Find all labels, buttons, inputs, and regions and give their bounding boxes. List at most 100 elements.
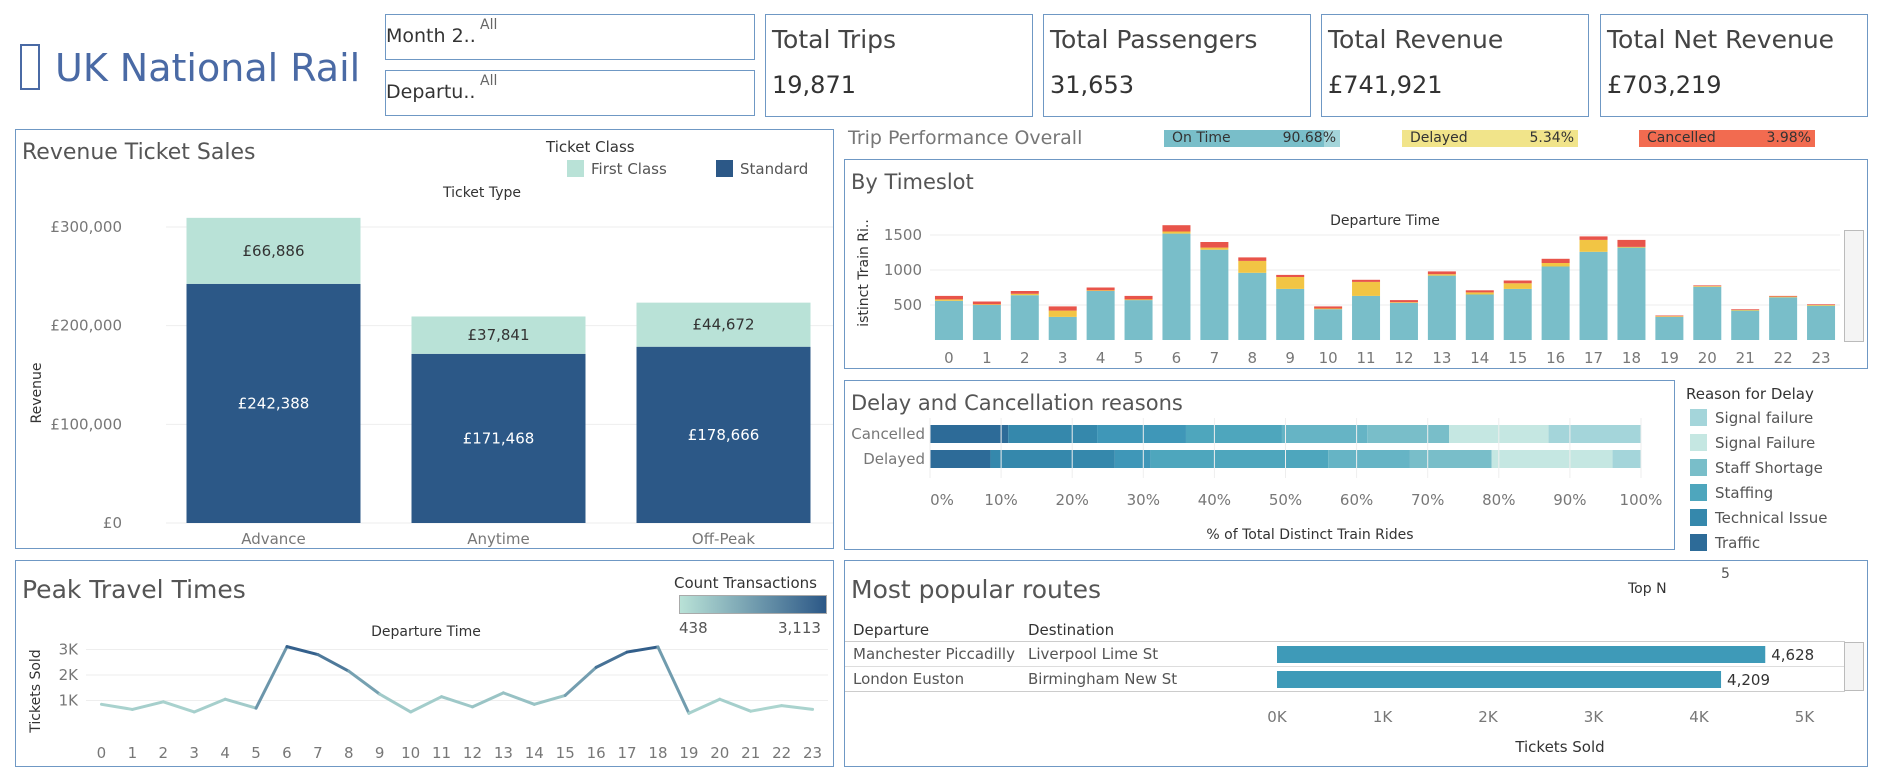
filter-month-value: All — [480, 17, 498, 33]
filter-month[interactable]: Month 2.. All — [385, 14, 755, 60]
y-tick-label: £100,000 — [50, 415, 122, 433]
bar-cancelled — [1162, 225, 1191, 232]
delay-bar-segment — [1367, 425, 1450, 443]
bar-delayed — [972, 304, 1001, 305]
x-tick-label: 19 — [679, 744, 698, 762]
bar-cancelled — [1010, 291, 1039, 294]
bar-on-time — [1276, 288, 1305, 340]
data-label: 4,209 — [1727, 671, 1770, 689]
routes-chart: 4,6284,209 0K 1K 2K 3K 4K 5K Tickets Sold — [1267, 646, 1815, 756]
y-tick-label: Cancelled — [851, 425, 925, 443]
timeslot-ylabel: istinct Train Ri.. — [856, 219, 872, 327]
x-tick-label: 10 — [1319, 349, 1338, 367]
bar-on-time — [1010, 295, 1039, 340]
kpi-total-trips: Total Trips 19,871 — [765, 14, 1033, 117]
bar-delayed — [1238, 260, 1267, 273]
x-tick-label: 12 — [1394, 349, 1413, 367]
bar-on-time — [1731, 310, 1760, 340]
x-tick-label: 40% — [1198, 491, 1231, 509]
y-tick-label: £300,000 — [50, 218, 122, 236]
line-segment — [749, 704, 784, 713]
line-segment — [501, 691, 536, 706]
delay-bar-segment — [1612, 450, 1641, 468]
legend-swatch — [1690, 534, 1707, 551]
bar-delayed — [1541, 263, 1570, 267]
line-segment — [192, 697, 227, 714]
peak-ylabel: Tickets Sold — [28, 649, 44, 733]
x-tick-label: 19 — [1660, 349, 1679, 367]
x-tick-label: 1 — [982, 349, 992, 367]
x-tick-label: Advance — [241, 530, 306, 548]
data-label: £66,886 — [242, 242, 304, 260]
peak-panel: Peak Travel Times Count Transactions 438… — [15, 560, 834, 767]
bar-delayed — [1314, 308, 1343, 310]
x-tick-label: 10 — [401, 744, 420, 762]
kpi-value: £741,921 — [1328, 71, 1443, 99]
line-segment — [470, 691, 505, 709]
bar-cancelled — [1693, 285, 1722, 287]
bar-on-time — [1389, 302, 1418, 340]
routes-panel: Most popular routes Top N 5 Departure De… — [844, 560, 1868, 767]
delay-legend: Reason for Delay Signal failure Signal Fa… — [1686, 383, 1866, 553]
bar-delayed — [1200, 247, 1229, 250]
delay-bar-segment — [990, 450, 1115, 468]
bar-cancelled — [1314, 306, 1343, 309]
peak-chart: Departure TimeTickets Sold 1K2K3K0 1 2 3 4 5 6 7… — [28, 624, 828, 762]
bar-cancelled — [1048, 306, 1077, 311]
timeslot-scrollbar[interactable] — [1844, 230, 1864, 342]
bar-delayed — [1693, 286, 1722, 287]
data-label: £37,841 — [467, 326, 529, 344]
bar-on-time — [1314, 309, 1343, 340]
line-segment — [99, 702, 134, 711]
x-tick-label: 11 — [1356, 349, 1375, 367]
data-label: £178,666 — [688, 426, 760, 444]
bar-on-time — [1617, 247, 1646, 340]
line-segment — [378, 692, 413, 714]
x-tick-label: 17 — [1584, 349, 1603, 367]
line-segment — [718, 697, 753, 713]
line-segment — [687, 697, 722, 715]
legend-label: Technical Issue — [1715, 509, 1828, 527]
x-tick-label: 18 — [1622, 349, 1641, 367]
y-tick-label: £200,000 — [50, 317, 122, 335]
legend-swatch — [1690, 459, 1707, 476]
x-tick-label: 4 — [220, 744, 230, 762]
delay-bar-segment — [1008, 425, 1098, 443]
bar-cancelled — [1427, 271, 1456, 275]
bar-on-time — [1655, 316, 1684, 340]
perf-delayed: Delayed 5.34% — [1402, 130, 1578, 147]
perf-delayed-label: Delayed — [1410, 130, 1468, 146]
x-tick-label: 5 — [251, 744, 261, 762]
line-segment — [254, 645, 289, 710]
x-tick-label: 14 — [1470, 349, 1489, 367]
bar-delayed — [1769, 296, 1798, 298]
bar-on-time — [1086, 291, 1115, 340]
filter-departure[interactable]: Departu.. All — [385, 70, 755, 116]
delay-legend-title: Reason for Delay — [1686, 385, 1814, 403]
x-tick-label: 15 — [556, 744, 575, 762]
bar-on-time — [1541, 266, 1570, 340]
x-tick-label: 22 — [772, 744, 791, 762]
bar-delayed — [1276, 277, 1305, 289]
line-segment — [532, 693, 567, 706]
kpi-value: £703,219 — [1607, 71, 1722, 99]
bar-on-time — [1465, 294, 1494, 340]
x-tick-label: Off-Peak — [692, 530, 755, 548]
bar-cancelled — [1086, 287, 1115, 291]
revenue-panel: Revenue Ticket Sales Ticket Class First … — [15, 129, 834, 549]
legend-label: Staffing — [1715, 484, 1774, 502]
bar-on-time — [1162, 233, 1191, 340]
x-tick-label: 3 — [189, 744, 199, 762]
x-tick-label: 20% — [1056, 491, 1089, 509]
line-segment — [409, 695, 444, 714]
delay-bar-segment — [1281, 425, 1368, 443]
x-tick-label: Anytime — [467, 530, 530, 548]
x-tick-label: 23 — [1811, 349, 1830, 367]
bar-delayed — [1579, 239, 1608, 252]
data-label: £44,672 — [692, 316, 754, 334]
x-tick-label: 6 — [1172, 349, 1182, 367]
x-tick-label: 17 — [617, 744, 636, 762]
peak-subtitle: Departure Time — [371, 624, 481, 640]
bar-delayed — [1048, 310, 1077, 317]
x-tick-label: 2 — [159, 744, 169, 762]
